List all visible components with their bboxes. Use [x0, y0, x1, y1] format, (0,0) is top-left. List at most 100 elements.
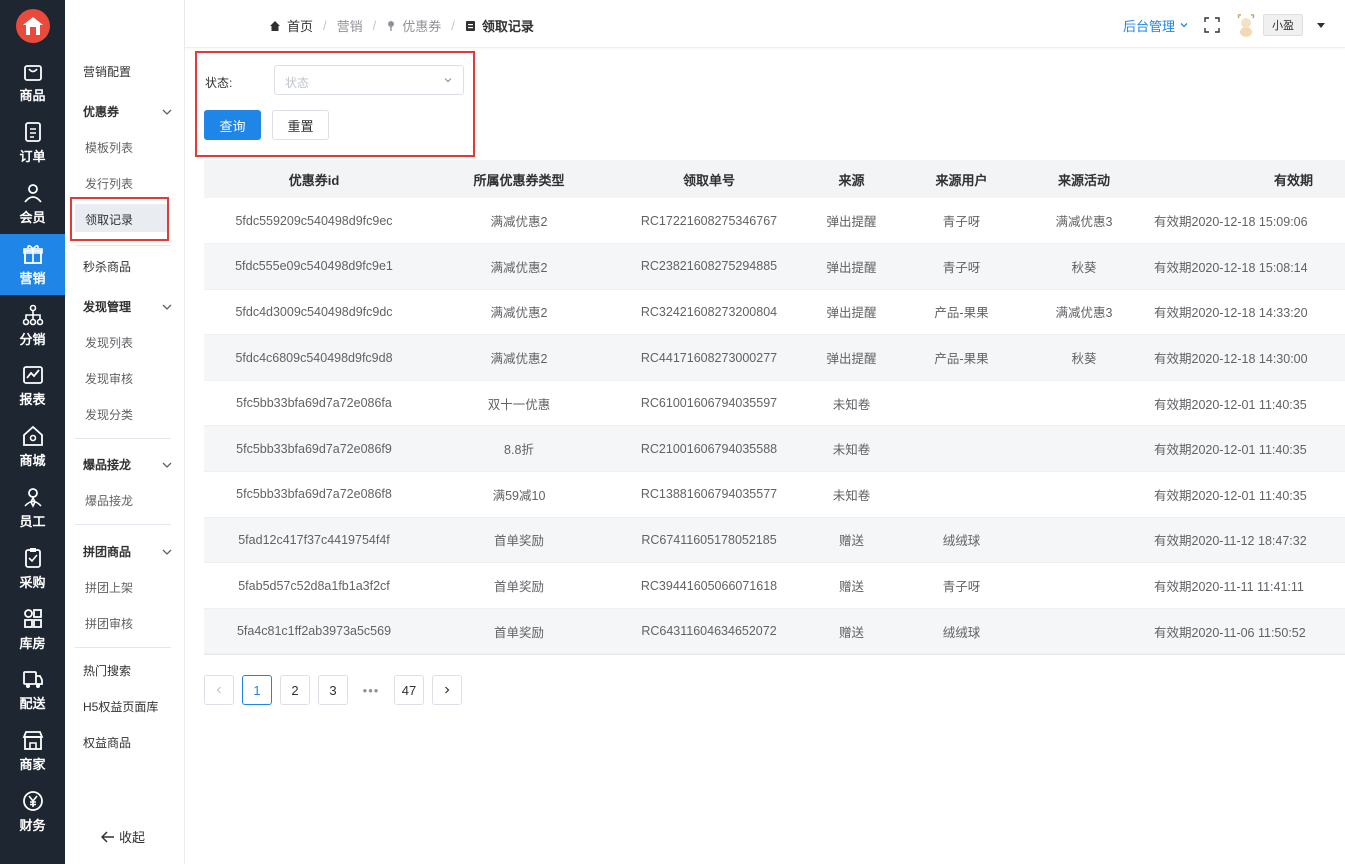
query-button[interactable]: 查询 — [204, 110, 261, 140]
collapse-sidebar-button[interactable]: 收起 — [101, 827, 145, 846]
staff-icon — [23, 488, 42, 508]
subnav-marketing-config[interactable]: 营销配置 — [83, 63, 131, 80]
page-button[interactable]: 3 — [318, 675, 348, 705]
rail-item-clipboard[interactable]: 采购 — [0, 538, 65, 599]
rail-item-store[interactable]: 商家 — [0, 721, 65, 782]
logo-house-icon — [15, 9, 50, 43]
fullscreen-icon[interactable] — [1203, 16, 1221, 34]
app-logo[interactable] — [0, 0, 65, 52]
table-cell — [1024, 562, 1144, 609]
table-row[interactable]: 5fc5bb33bfa69d7a72e086f8 满59减10 RC13881606… — [204, 471, 1345, 518]
table-cell: RC39441605066071618 — [614, 562, 804, 609]
subnav-group-groupbuy[interactable]: 拼团商品 — [83, 543, 173, 560]
table-row[interactable]: 5fa4c81c1ff2ab3973a5c569 首单奖励 RC6431160463… — [204, 608, 1345, 654]
page-button[interactable]: 1 — [242, 675, 272, 705]
next-page-button[interactable] — [432, 675, 462, 705]
table-cell: 青子呀 — [899, 198, 1024, 245]
table-row[interactable]: 5fab5d57c52d8a1fb1a3f2cf 首单奖励 RC3944160506… — [204, 562, 1345, 609]
column-header[interactable]: 所属优惠券类型 — [424, 160, 614, 198]
reset-button[interactable]: 重置 — [272, 110, 329, 140]
rail-item-order[interactable]: 订单 — [0, 113, 65, 174]
document-icon — [465, 20, 475, 31]
subnav-discover-list[interactable]: 发现列表 — [85, 334, 133, 351]
table-cell: RC13881606794035577 — [614, 471, 804, 518]
subnav-benefit-goods[interactable]: 权益商品 — [83, 734, 131, 751]
breadcrumb-home[interactable]: 首页 — [287, 16, 313, 35]
subnav-group-hot[interactable]: 爆品接龙 — [83, 456, 173, 473]
column-header[interactable]: 有效期 — [1144, 160, 1345, 198]
rail-item-label: 营销 — [19, 270, 46, 286]
column-header[interactable]: 优惠券id — [204, 160, 424, 198]
table-cell: RC64311604634652072 — [614, 608, 804, 654]
page-button[interactable]: 47 — [394, 675, 424, 705]
rail-item-label: 分销 — [19, 331, 46, 347]
page-button[interactable]: 2 — [280, 675, 310, 705]
chevron-down-icon — [1180, 23, 1188, 28]
subnav-groupbuy-review[interactable]: 拼团审核 — [85, 615, 133, 632]
subnav-divider — [75, 524, 171, 525]
table-row[interactable]: 5fdc555e09c540498d9fc9e1 满减优惠2 RC238216082… — [204, 243, 1345, 290]
username-badge[interactable]: 小盈 — [1263, 14, 1303, 36]
avatar[interactable] — [1233, 12, 1259, 38]
rail-item-truck[interactable]: 配送 — [0, 660, 65, 721]
rail-item-chart[interactable]: 报表 — [0, 356, 65, 417]
rail-item-network[interactable]: 分销 — [0, 295, 65, 356]
table-cell: 有效期2020-12-18 14:33:20 — [1144, 289, 1345, 336]
subnav-group-coupon[interactable]: 优惠券 — [83, 103, 173, 120]
column-header[interactable]: 领取单号 — [614, 160, 804, 198]
subnav-template-list[interactable]: 模板列表 — [85, 139, 133, 156]
page-ellipsis[interactable]: ••• — [356, 675, 386, 705]
prev-page-button[interactable] — [204, 675, 234, 705]
rail-item-user[interactable]: 会员 — [0, 174, 65, 235]
subnav-groupbuy-shelf[interactable]: 拼团上架 — [85, 579, 133, 596]
rail-item-staff[interactable]: 员工 — [0, 478, 65, 539]
subnav-h5-pages[interactable]: H5权益页面库 — [83, 698, 158, 715]
rail-item-grid[interactable]: 库房 — [0, 599, 65, 660]
breadcrumb-coupon[interactable]: 优惠券 — [402, 16, 441, 35]
column-header[interactable]: 来源 — [804, 160, 899, 198]
store-icon — [22, 731, 43, 751]
subnav-discover-review[interactable]: 发现审核 — [85, 370, 133, 387]
table-row[interactable]: 5fc5bb33bfa69d7a72e086fa 双十一优惠 RC610016067… — [204, 380, 1345, 427]
subnav-hot-search[interactable]: 热门搜索 — [83, 662, 131, 679]
table-row[interactable]: 5fdc4c6809c540498d9fc9d8 满减优惠2 RC441716082… — [204, 334, 1345, 381]
subnav-group-discover[interactable]: 发现管理 — [83, 298, 173, 315]
table-cell: 满减优惠2 — [424, 289, 614, 336]
breadcrumb-marketing[interactable]: 营销 — [337, 16, 363, 35]
caret-down-icon[interactable] — [1317, 22, 1325, 28]
table-row[interactable]: 5fdc559209c540498d9fc9ec 满减优惠2 RC172216082… — [204, 198, 1345, 245]
table-cell — [1024, 380, 1144, 427]
rail-item-label: 商城 — [19, 453, 46, 469]
rail-item-label: 订单 — [19, 149, 46, 165]
subnav-hot-item[interactable]: 爆品接龙 — [85, 492, 133, 509]
rail-item-label: 商品 — [19, 88, 46, 104]
table-row[interactable]: 5fad12c417f37c4419754f4f 首单奖励 RC6741160517… — [204, 517, 1345, 564]
table-row[interactable]: 5fdc4d3009c540498d9fc9dc 满减优惠2 RC324216082… — [204, 289, 1345, 336]
rail-item-gift[interactable]: 营销 — [0, 234, 65, 296]
table-cell: 首单奖励 — [424, 608, 614, 654]
table-row[interactable]: 5fc5bb33bfa69d7a72e086f9 8.8折 RC2100160679… — [204, 425, 1345, 473]
breadcrumb-separator: / — [323, 18, 327, 33]
subnav-issue-list[interactable]: 发行列表 — [85, 175, 133, 192]
chevron-down-icon — [162, 549, 172, 555]
clipboard-icon — [24, 547, 41, 568]
table-cell: 绒绒球 — [899, 517, 1024, 564]
column-header[interactable]: 来源活动 — [1024, 160, 1144, 198]
home-icon — [270, 20, 280, 31]
column-header[interactable]: 来源用户 — [899, 160, 1024, 198]
table-cell: 秋葵 — [1024, 243, 1144, 290]
subnav-group-coupon-label: 优惠券 — [83, 105, 120, 119]
order-icon — [24, 122, 41, 143]
admin-menu-dropdown[interactable]: 后台管理 — [1123, 16, 1189, 35]
rail-item-yen[interactable]: 财务 — [0, 782, 65, 843]
table-cell — [899, 471, 1024, 518]
subnav-discover-category[interactable]: 发现分类 — [85, 406, 133, 423]
subnav-flash-sale[interactable]: 秒杀商品 — [83, 258, 131, 275]
rail-item-home[interactable]: 商城 — [0, 417, 65, 478]
chevron-down-icon — [162, 304, 172, 310]
rail-item-bag[interactable]: 商品 — [0, 52, 65, 113]
breadcrumb-current: 领取记录 — [481, 19, 534, 34]
status-select[interactable]: 状态 — [274, 65, 464, 95]
table-cell: 青子呀 — [899, 243, 1024, 290]
table-cell: 弹出提醒 — [804, 198, 899, 245]
